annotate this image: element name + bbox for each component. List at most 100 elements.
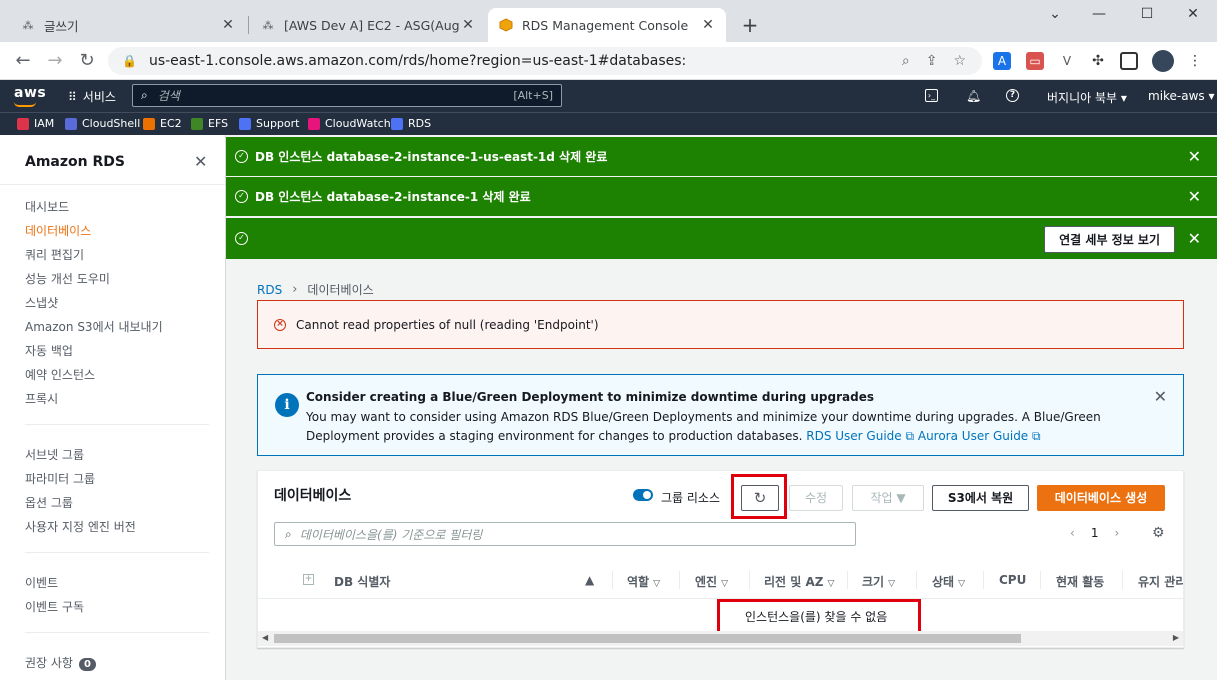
puzzle-extensions-icon[interactable]: ✣ [1089, 52, 1107, 70]
sidebar-item-performance-insights[interactable]: 성능 개선 도우미 [25, 270, 110, 287]
scrollbar-thumb[interactable] [274, 634, 1021, 643]
sidebar-item-custom-engine-versions[interactable]: 사용자 지정 엔진 버전 [25, 518, 136, 535]
profile-avatar[interactable] [1152, 50, 1174, 72]
breadcrumb-rds-link[interactable]: RDS [257, 283, 282, 297]
sidebar-item-parameter-groups[interactable]: 파라미터 그룹 [25, 470, 95, 487]
sidepanel-icon[interactable] [1120, 52, 1138, 70]
group-resources-label: 그룹 리소스 [661, 491, 721, 505]
col-cpu[interactable]: CPU [999, 573, 1026, 587]
forward-arrow-icon[interactable]: → [44, 50, 66, 71]
menu-kebab-icon[interactable]: ⋮ [1186, 52, 1204, 70]
url-bar[interactable]: 🔒 us-east-1.console.aws.amazon.com/rds/h… [108, 47, 982, 75]
page-number[interactable]: 1 [1091, 526, 1099, 540]
fav-rds[interactable]: RDS [391, 117, 431, 130]
new-tab-button[interactable]: + [738, 13, 762, 37]
sidebar-item-snapshots[interactable]: 스냅샷 [25, 294, 58, 311]
account-menu[interactable]: mike-aws ▾ [1148, 89, 1215, 103]
sidebar-item-events[interactable]: 이벤트 [25, 574, 58, 591]
zoom-icon[interactable]: ⌕ [902, 53, 910, 69]
rds-user-guide-link[interactable]: RDS User Guide [806, 429, 901, 443]
horizontal-scrollbar[interactable]: ◀ ▶ [258, 631, 1183, 646]
close-icon[interactable]: ✕ [1188, 147, 1201, 166]
back-arrow-icon[interactable]: ← [12, 50, 34, 71]
aws-search-input[interactable]: ⌕ 검색 [Alt+S] [132, 84, 562, 107]
translate-extension-icon[interactable]: A [993, 52, 1011, 70]
bookmark-star-icon[interactable]: ☆ [953, 53, 966, 69]
fav-efs[interactable]: EFS [191, 117, 228, 130]
close-icon[interactable]: ✕ [194, 152, 207, 171]
sidebar-item-recommendations[interactable]: 권장 사항 0 [25, 654, 96, 671]
close-icon[interactable]: ✕ [1188, 187, 1201, 206]
browser-tab-2[interactable]: ⁂ [AWS Dev A] EC2 - ASG(Augo S ✕ [250, 8, 486, 42]
help-icon[interactable]: ? [1006, 89, 1019, 102]
fav-ec2[interactable]: EC2 [143, 117, 182, 130]
sidebar-item-proxies[interactable]: 프록시 [25, 390, 58, 407]
cloudshell-icon [65, 117, 77, 130]
services-menu-button[interactable]: ⠿ 서비스 [68, 88, 116, 105]
close-icon[interactable]: ✕ [1154, 387, 1167, 406]
tistory-icon: ⁂ [22, 18, 34, 32]
col-region-az[interactable]: 리전 및 AZ ▽ [764, 573, 834, 590]
close-icon[interactable]: ✕ [1188, 229, 1201, 248]
col-engine[interactable]: 엔진 ▽ [695, 573, 728, 590]
tab-close-icon[interactable]: ✕ [700, 17, 716, 33]
filter-input[interactable]: ⌕ 데이터베이스을(를) 기준으로 필터링 [274, 522, 856, 546]
maximize-button[interactable]: ☐ [1132, 6, 1162, 26]
ec2-icon [143, 117, 155, 130]
minimize-button[interactable]: — [1084, 6, 1114, 26]
col-db-identifier[interactable]: DB 식별자 [334, 573, 390, 590]
fav-iam[interactable]: IAM [17, 117, 54, 130]
col-status[interactable]: 상태 ▽ [932, 573, 965, 590]
fav-support[interactable]: Support [239, 117, 299, 130]
share-icon[interactable]: ⇪ [926, 53, 938, 69]
group-resources-toggle[interactable] [633, 489, 653, 501]
create-database-button[interactable]: 데이터베이스 생성 [1037, 485, 1165, 511]
sidebar-item-event-subscriptions[interactable]: 이벤트 구독 [25, 598, 84, 615]
sidebar-item-subnet-groups[interactable]: 서브넷 그룹 [25, 446, 84, 463]
browser-tab-3-active[interactable]: RDS Management Console ✕ [488, 8, 726, 42]
aurora-user-guide-link[interactable]: Aurora User Guide [918, 429, 1028, 443]
fav-cloudwatch[interactable]: CloudWatch [308, 117, 391, 130]
col-current-activity[interactable]: 현재 활동 [1056, 573, 1104, 590]
col-role[interactable]: 역할 ▽ [627, 573, 660, 590]
sort-icon: ▽ [958, 579, 966, 589]
window-close-button[interactable]: ✕ [1178, 6, 1208, 26]
tab-close-icon[interactable]: ✕ [220, 17, 236, 33]
col-maintenance[interactable]: 유지 관리 [1138, 573, 1183, 590]
chevron-right-icon[interactable]: › [1114, 526, 1119, 540]
table-header: + DB 식별자 ▲ 역할 ▽ 엔진 ▽ 리전 및 AZ ▽ 크기 ▽ 상태 ▽ CPU … [258, 561, 1183, 599]
region-selector[interactable]: 버지니아 북부 ▾ [1047, 89, 1127, 106]
tab-close-icon[interactable]: ✕ [460, 17, 476, 33]
actions-dropdown[interactable]: 작업 ▼ [852, 485, 924, 511]
expand-all-icon[interactable]: + [303, 574, 314, 585]
iam-icon [17, 117, 29, 130]
cloudshell-icon[interactable]: ›_ [925, 89, 938, 102]
sidebar-item-databases[interactable]: 데이터베이스 [25, 222, 91, 239]
aws-logo[interactable]: aws [14, 85, 46, 107]
sidebar-item-query-editor[interactable]: 쿼리 편집기 [25, 246, 84, 263]
scroll-left-icon[interactable]: ◀ [262, 633, 268, 642]
view-connection-details-button[interactable]: 연결 세부 정보 보기 [1044, 226, 1175, 253]
browser-tab-1[interactable]: ⁂ 글쓰기 ✕ [10, 8, 246, 42]
gear-icon[interactable]: ⚙ [1152, 525, 1165, 541]
divider [916, 571, 917, 589]
sidebar-item-option-groups[interactable]: 옵션 그룹 [25, 494, 73, 511]
chevron-down-icon[interactable]: ⌄ [1040, 6, 1070, 26]
col-size[interactable]: 크기 ▽ [862, 573, 895, 590]
flash-message: DB 인스턴스 database-2-instance-1-us-east-1d… [255, 150, 608, 164]
sidebar-item-s3-export[interactable]: Amazon S3에서 내보내기 [25, 318, 163, 335]
extension-icon[interactable]: ▭ [1026, 52, 1044, 70]
chevron-left-icon[interactable]: ‹ [1070, 526, 1075, 540]
divider [679, 571, 680, 589]
sidebar-item-auto-backups[interactable]: 자동 백업 [25, 342, 73, 359]
fav-cloudshell[interactable]: CloudShell [65, 117, 140, 130]
sort-asc-icon[interactable]: ▲ [585, 573, 594, 587]
modify-button[interactable]: 수정 [789, 485, 843, 511]
vimeo-extension-icon[interactable]: V [1058, 52, 1076, 70]
reload-icon[interactable]: ↻ [76, 50, 98, 71]
restore-from-s3-button[interactable]: S3에서 복원 [932, 485, 1029, 511]
sidebar-item-dashboard[interactable]: 대시보드 [25, 198, 69, 215]
scroll-right-icon[interactable]: ▶ [1173, 633, 1179, 642]
notifications-bell-icon[interactable]: 🔔︎ [966, 89, 981, 103]
sidebar-item-reserved-instances[interactable]: 예약 인스턴스 [25, 366, 95, 383]
